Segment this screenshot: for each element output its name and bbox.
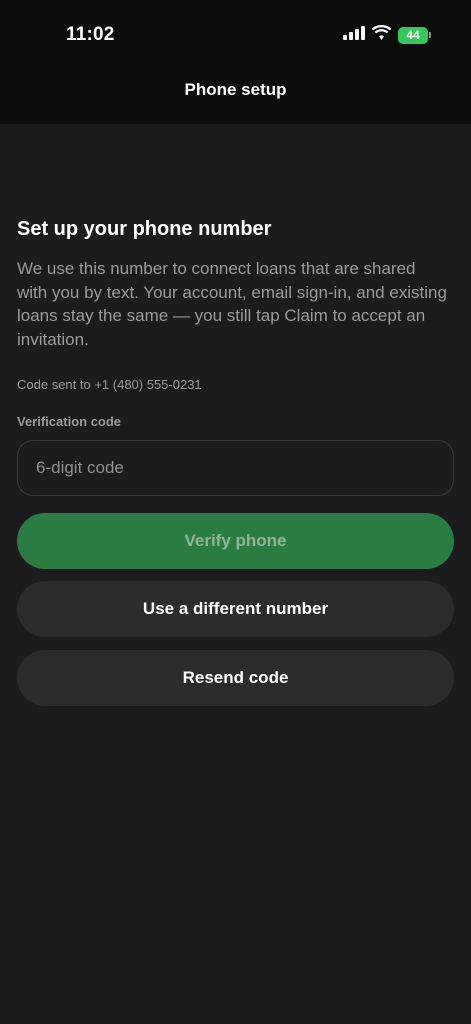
status-time: 11:02	[66, 24, 115, 45]
use-different-number-button[interactable]: Use a different number	[17, 581, 454, 637]
description-text: We use this number to connect loans that…	[17, 259, 447, 349]
section-heading: Set up your phone number	[17, 218, 272, 240]
wifi-icon	[371, 25, 392, 45]
status-bar: 11:02 44	[0, 0, 471, 64]
verify-phone-button[interactable]: Verify phone	[17, 513, 454, 569]
verification-code-label: Verification code	[17, 414, 122, 429]
battery-level: 44	[398, 26, 428, 44]
signal-icon	[343, 25, 365, 45]
page-title: Phone setup	[184, 80, 287, 99]
status-icons: 44	[343, 25, 431, 45]
nav-bar: Phone setup	[0, 64, 471, 124]
verification-code-input[interactable]	[17, 440, 454, 496]
battery-icon: 44	[398, 26, 431, 44]
resend-code-button[interactable]: Resend code	[17, 650, 454, 706]
code-sent-text: Code sent to +1 (480) 555-0231	[17, 377, 202, 392]
